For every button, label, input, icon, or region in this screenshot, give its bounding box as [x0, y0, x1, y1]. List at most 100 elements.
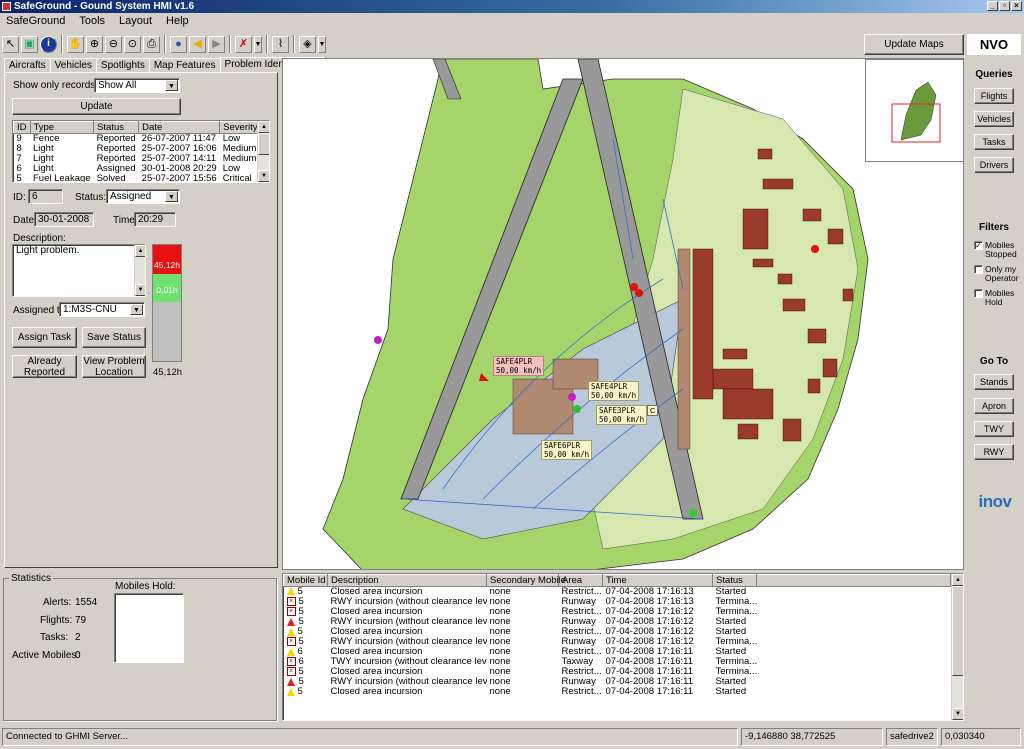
tab-aircrafts[interactable]: Aircrafts	[4, 58, 51, 73]
goto-rwy-button[interactable]: RWY	[974, 444, 1014, 460]
filter-mobiles-stopped[interactable]: ✓ Mobiles Stopped	[974, 241, 1022, 259]
menu-help[interactable]: Help	[166, 15, 189, 27]
zoom-out-icon[interactable]: ⊖	[105, 35, 122, 53]
update-button[interactable]: Update	[12, 98, 181, 115]
minimize-button[interactable]: _	[987, 1, 998, 11]
vehicle-label[interactable]: SAFE3PLR 50,00 km/h	[596, 405, 648, 425]
column-header-description[interactable]: Description	[327, 574, 487, 587]
zoom-window-icon[interactable]: ⊙	[124, 35, 141, 53]
vehicle-marker[interactable]	[689, 509, 697, 517]
table-row[interactable]: 5 Closed area incursion none Restrict... 07-…	[284, 687, 951, 697]
zoom-in-icon[interactable]: ⊕	[86, 35, 103, 53]
problem-marker[interactable]	[635, 289, 643, 297]
tab-spotlights[interactable]: Spotlights	[95, 58, 150, 73]
column-header-id[interactable]: ID	[13, 121, 31, 134]
pointer-icon[interactable]: ↖	[2, 35, 19, 53]
description-textarea[interactable]: Light problem. ▲ ▼	[12, 244, 146, 297]
column-header-area[interactable]: Area	[558, 574, 603, 587]
query-flights-button[interactable]: Flights	[974, 88, 1014, 104]
table-row[interactable]: 5 RWY incursion (without clearance level …	[284, 617, 951, 627]
column-header-type[interactable]: Type	[29, 121, 95, 134]
map-canvas[interactable]	[283, 59, 964, 570]
globe-icon[interactable]: ●	[170, 35, 187, 53]
problems-scrollbar[interactable]: ▲ ▼	[257, 121, 269, 182]
already-reported-button[interactable]: Already Reported	[12, 355, 77, 378]
table-row[interactable]: 5 Fuel Leakage Solved 25-07-2007 15:56 Criti…	[14, 174, 262, 182]
show-only-select[interactable]: Show All ▼	[94, 78, 180, 93]
column-header-severity[interactable]: Severity	[219, 121, 262, 134]
problem-marker[interactable]	[811, 245, 819, 253]
goto-apron-button[interactable]: Apron	[974, 398, 1014, 414]
forward-arrow-icon[interactable]: ▶	[208, 35, 225, 53]
checkbox[interactable]	[974, 289, 983, 298]
vehicle-label[interactable]: SAFE6PLR 50,00 km/h	[541, 440, 593, 460]
menu-bar: SafeGround Tools Layout Help	[0, 13, 1024, 29]
clear-icon[interactable]: ✗	[235, 35, 252, 53]
table-cell-id: 9	[16, 133, 22, 144]
query-tasks-button[interactable]: Tasks	[974, 134, 1014, 150]
layers-icon[interactable]: ◈	[299, 35, 316, 53]
table-row[interactable]: ×6TWY incursion (without clearance level…	[284, 657, 951, 667]
table-cell-secondary: none	[489, 677, 511, 688]
table-row[interactable]: × 5 Closed area incursion none Restrict... 07…	[284, 607, 951, 617]
save-status-button[interactable]: Save Status	[82, 327, 146, 348]
column-header-status[interactable]: Status	[93, 121, 140, 134]
checkbox[interactable]	[974, 265, 983, 274]
column-header-status[interactable]: Status	[712, 574, 757, 587]
status-select[interactable]: Assigned ▼	[106, 189, 180, 204]
table-row[interactable]: 8 Light Reported 25-07-2007 16:06 Medium	[14, 144, 262, 154]
back-arrow-icon[interactable]: ◀	[189, 35, 206, 53]
table-row[interactable]: 5 Closed area incursion none Restrict... 07-…	[284, 587, 951, 598]
filter-only-my-operator[interactable]: Only my Operator	[974, 265, 1022, 283]
measure-icon[interactable]: ⌇	[272, 35, 289, 53]
tab-map-features[interactable]: Map Features	[148, 58, 221, 73]
close-button[interactable]: ×	[1011, 1, 1022, 11]
table-row[interactable]: 5 RWY incursion (without clearance level …	[284, 677, 951, 687]
assigned-to-select[interactable]: 1:M3S-CNU ▼	[59, 302, 145, 317]
column-header-time[interactable]: Time	[602, 574, 713, 587]
view-problem-location-button[interactable]: View Problem Location	[82, 355, 146, 378]
checkbox[interactable]: ✓	[974, 241, 983, 250]
vehicle-marker[interactable]	[374, 336, 382, 344]
overview-map[interactable]	[865, 59, 963, 162]
table-row[interactable]: ×5RWY incursion (without clearance level…	[284, 637, 951, 647]
print-icon[interactable]: ⎙	[143, 35, 160, 53]
table-row[interactable]: 5 Closed area incursion none Restrict... 07-…	[284, 627, 951, 637]
table-cell-status: Started	[715, 687, 747, 698]
description-scrollbar[interactable]: ▲ ▼	[134, 245, 145, 296]
column-header-mobile-id[interactable]: Mobile Id	[283, 574, 328, 587]
goto-twy-button[interactable]: TWY	[974, 421, 1014, 437]
airport-map[interactable]: SAFE4PLR 50,00 km/h SAFE4PLR 50,00 km/h SA…	[282, 58, 964, 570]
goto-stands-button[interactable]: Stands	[974, 374, 1014, 390]
info-icon[interactable]: i	[40, 35, 57, 53]
query-vehicles-button[interactable]: Vehicles	[974, 111, 1014, 127]
layers-dropdown-icon[interactable]: ▼	[318, 35, 326, 53]
query-drivers-button[interactable]: Drivers	[974, 157, 1014, 173]
vehicle-label[interactable]: SAFE4PLR 50,00 km/h	[493, 356, 545, 376]
maximize-button[interactable]: ▫	[999, 1, 1010, 11]
pan-hand-icon[interactable]: ✋	[67, 35, 84, 53]
vehicle-label[interactable]: SAFE4PLR 50,00 km/h	[588, 381, 640, 401]
menu-tools[interactable]: Tools	[79, 15, 105, 27]
table-row[interactable]: ×5RWY incursion (without clearance level…	[284, 597, 951, 607]
table-row[interactable]: 6 Light Assigned 30-01-2008 20:29 Low	[14, 164, 262, 174]
column-header-secondary-mobile[interactable]: Secondary Mobile	[486, 574, 566, 587]
vehicle-marker[interactable]	[573, 405, 581, 413]
dropdown-arrow-icon[interactable]: ▼	[254, 35, 262, 53]
table-cell-desc: Closed area incursion	[330, 586, 423, 597]
mobiles-hold-list[interactable]	[114, 593, 184, 663]
update-maps-button[interactable]: Update Maps	[864, 34, 964, 55]
table-row[interactable]: 9 Fence Reported 26-07-2007 11:47 Low	[14, 134, 262, 145]
column-header-date[interactable]: Date	[138, 121, 221, 134]
table-row[interactable]: × 5 Closed area incursion none Restrict... 07…	[284, 667, 951, 677]
alerts-scrollbar[interactable]: ▲ ▼	[951, 574, 963, 720]
vehicle-marker[interactable]	[568, 393, 576, 401]
select-area-icon[interactable]: ▣	[21, 35, 38, 53]
menu-safeground[interactable]: SafeGround	[6, 15, 65, 27]
table-row[interactable]: 6 Closed area incursion none Restrict... 07-…	[284, 647, 951, 657]
filter-mobiles-hold[interactable]: Mobiles Hold	[974, 289, 1022, 307]
tab-vehicles[interactable]: Vehicles	[49, 58, 97, 73]
assign-task-button[interactable]: Assign Task	[12, 327, 77, 348]
table-row[interactable]: 7 Light Reported 25-07-2007 14:11 Medium	[14, 154, 262, 164]
menu-layout[interactable]: Layout	[119, 15, 152, 27]
